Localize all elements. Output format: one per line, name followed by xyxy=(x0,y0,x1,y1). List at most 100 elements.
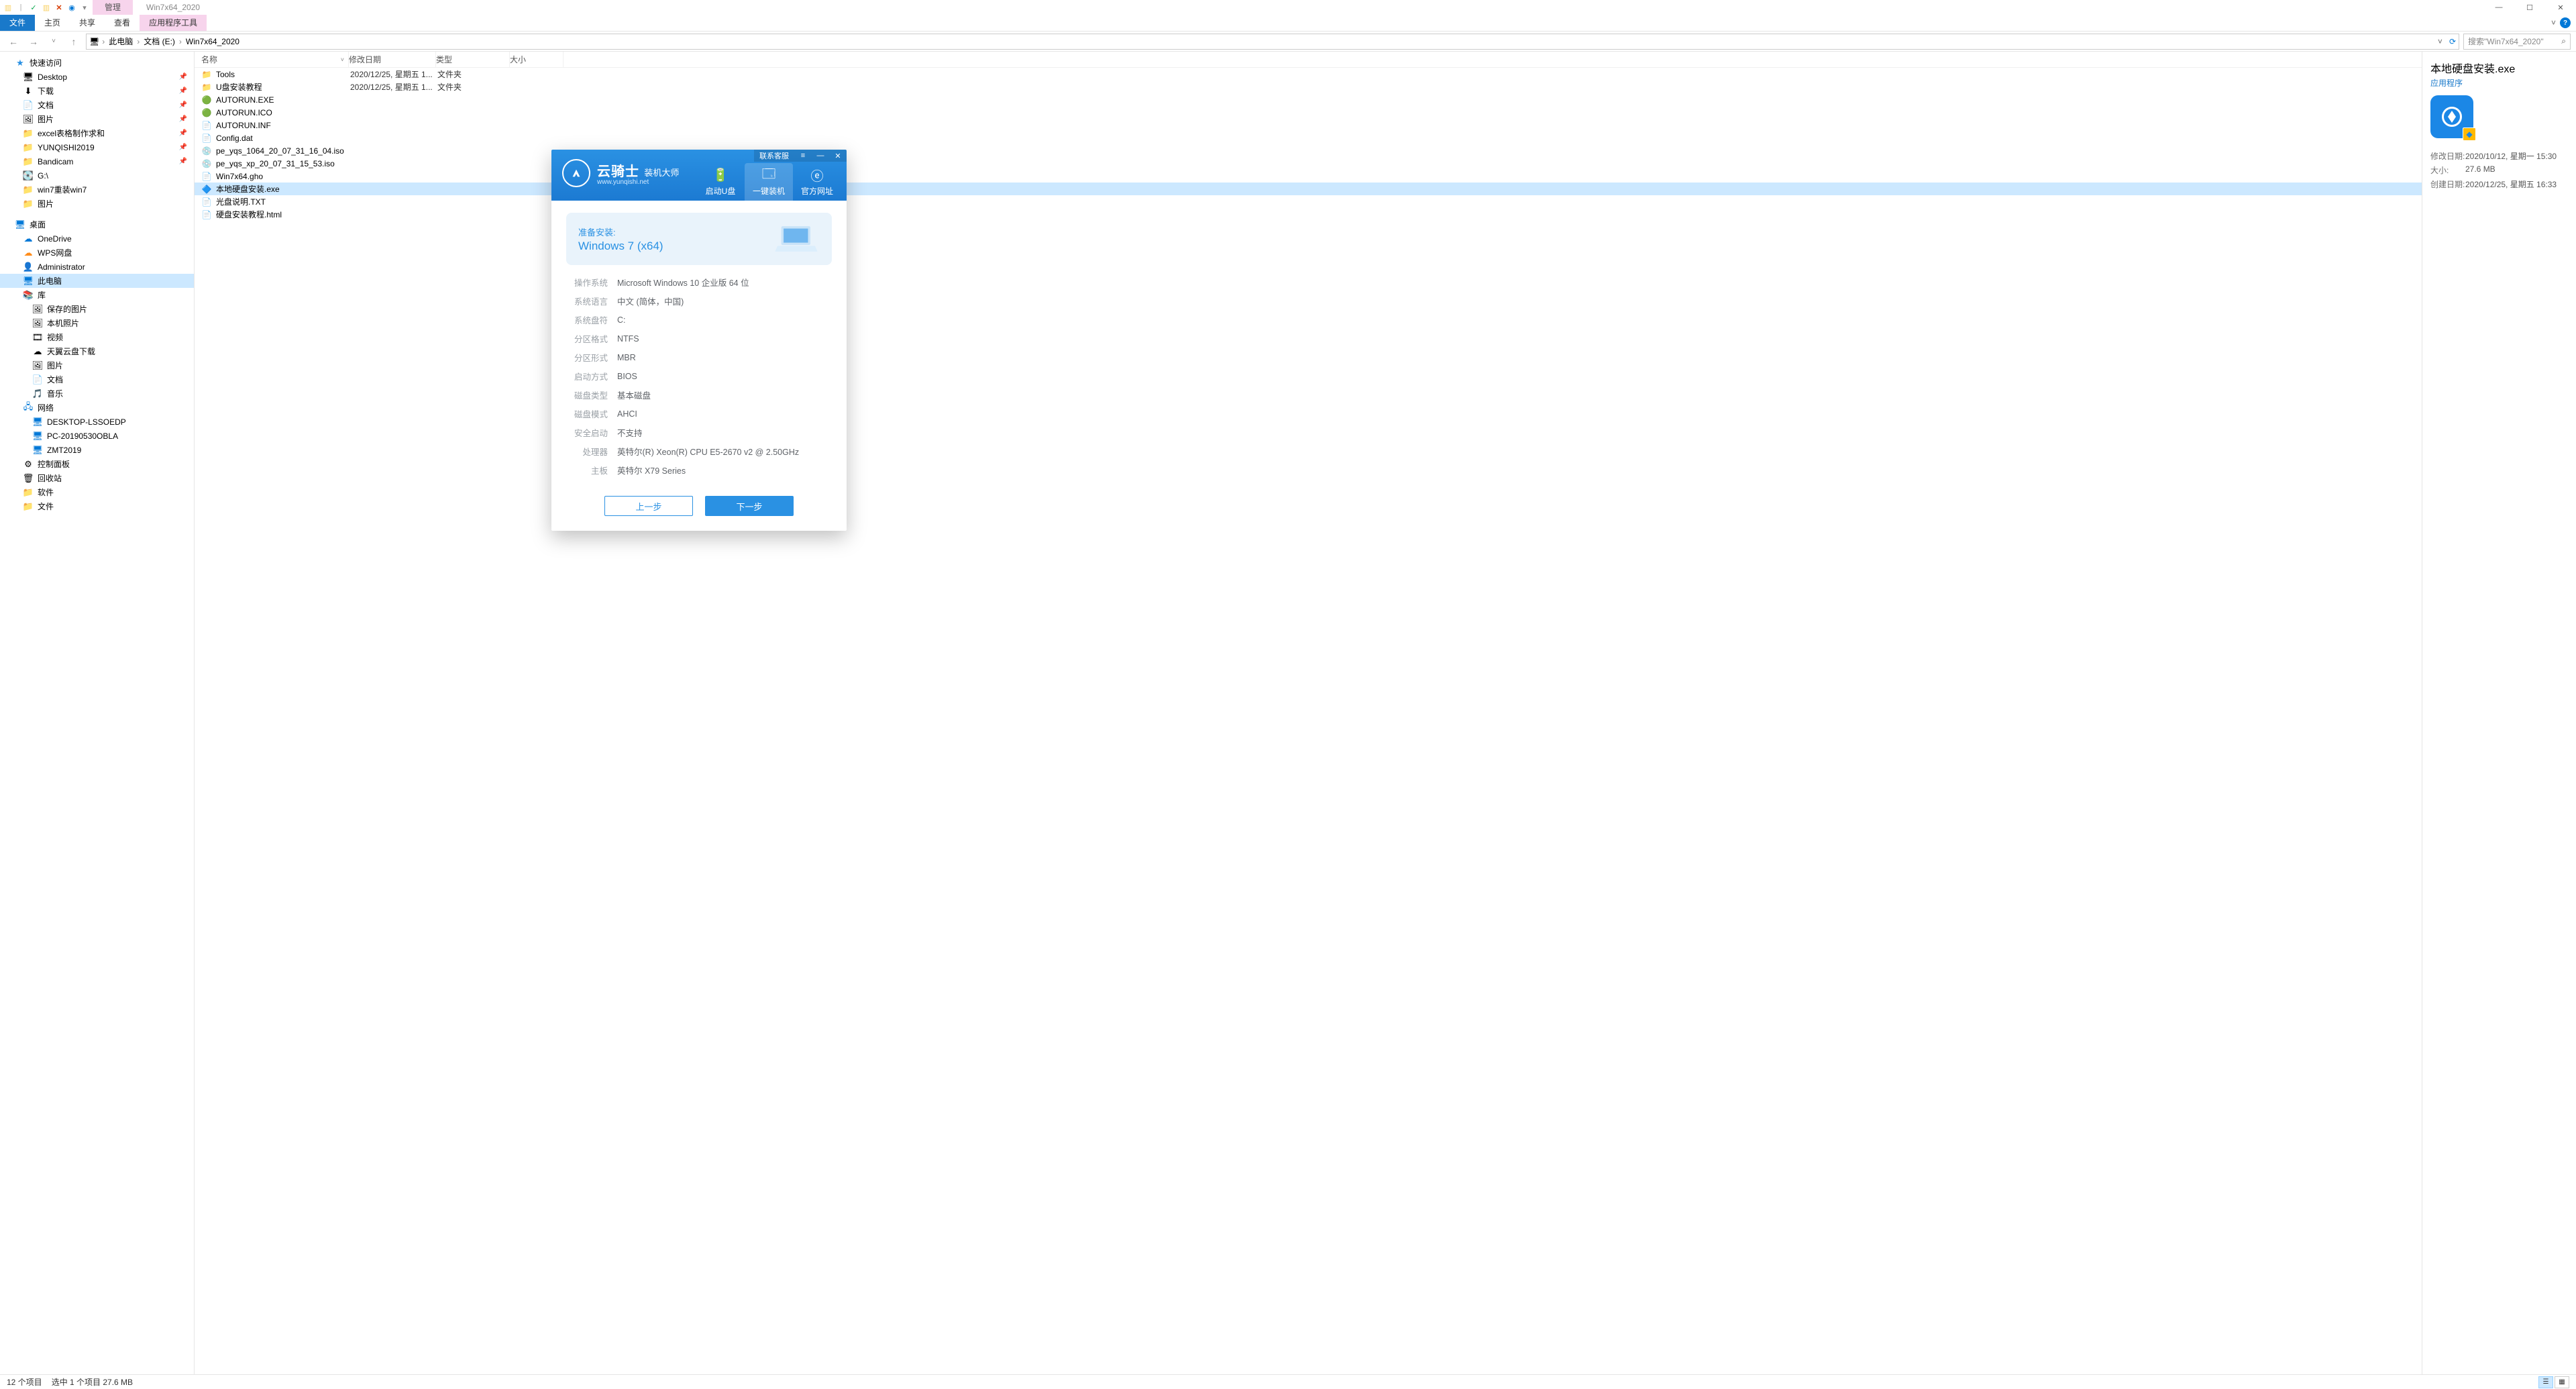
ribbon-tab-apptools[interactable]: 应用程序工具 xyxy=(140,15,207,31)
file-row[interactable]: 📄光盘说明.TXT xyxy=(195,195,2422,208)
contact-support-link[interactable]: 联系客服 xyxy=(754,150,794,161)
open-icon[interactable]: ▥ xyxy=(41,2,52,13)
dialog-tab[interactable]: 🗔一键装机 xyxy=(745,163,793,201)
search-input[interactable]: 搜索"Win7x64_2020" ⌕ xyxy=(2463,34,2571,50)
file-row[interactable]: 💿pe_yqs_xp_20_07_31_15_53.iso xyxy=(195,157,2422,170)
dialog-tab-label: 启动U盘 xyxy=(706,185,736,197)
nav-item[interactable]: 🎞视频 xyxy=(0,330,194,344)
nav-item[interactable]: 👤Administrator xyxy=(0,260,194,274)
nav-item[interactable]: 🖥DESKTOP-LSSOEDP xyxy=(0,415,194,429)
nav-item-label: Bandicam xyxy=(38,157,73,166)
disc-icon[interactable]: ◉ xyxy=(66,2,77,13)
close-button[interactable]: ✕ xyxy=(2545,0,2576,15)
file-row[interactable]: 🟢AUTORUN.EXE xyxy=(195,93,2422,106)
close-red-icon[interactable]: ✕ xyxy=(54,2,64,13)
file-row[interactable]: 📄Win7x64.gho xyxy=(195,170,2422,183)
column-header-type[interactable]: 类型 xyxy=(436,52,510,67)
file-row[interactable]: 📄Config.dat xyxy=(195,132,2422,144)
column-header-size[interactable]: 大小 xyxy=(510,52,564,67)
help-icon[interactable]: ? xyxy=(2560,17,2571,28)
nav-item[interactable]: ☁天翼云盘下载 xyxy=(0,344,194,358)
prev-step-button[interactable]: 上一步 xyxy=(604,496,693,516)
column-header-date[interactable]: 修改日期 xyxy=(349,52,436,67)
nav-item[interactable]: 🖥PC-20190530OBLA xyxy=(0,429,194,443)
nav-item[interactable]: 🖼图片 xyxy=(0,358,194,372)
file-header: 名称˅ 修改日期 类型 大小 xyxy=(195,52,2422,68)
breadcrumb[interactable]: 文档 (E:) xyxy=(142,36,176,47)
nav-item[interactable]: 🖼本机照片 xyxy=(0,316,194,330)
nav-up-button[interactable]: ↑ xyxy=(66,34,82,50)
nav-item[interactable]: ☁WPS网盘 xyxy=(0,246,194,260)
check-icon[interactable]: ✓ xyxy=(28,2,39,13)
dialog-tab[interactable]: ⓔ官方网址 xyxy=(793,163,841,201)
nav-item[interactable]: 🖥此电脑 xyxy=(0,274,194,288)
nav-item-icon: 🗑 xyxy=(23,473,34,484)
nav-quickaccess[interactable]: ★ 快速访问 xyxy=(0,56,194,70)
file-row[interactable]: 💿pe_yqs_1064_20_07_31_16_04.iso xyxy=(195,144,2422,157)
dialog-tab[interactable]: 🔋启动U盘 xyxy=(696,163,745,201)
maximize-button[interactable]: ☐ xyxy=(2514,0,2545,15)
file-row[interactable]: 📄硬盘安装教程.html xyxy=(195,208,2422,221)
nav-item[interactable]: 🖼图片📌 xyxy=(0,112,194,126)
address-dropdown-icon[interactable]: ˅ xyxy=(2438,37,2443,46)
nav-item[interactable]: 📁win7重装win7 xyxy=(0,183,194,197)
minimize-button[interactable]: — xyxy=(2483,0,2514,15)
breadcrumb[interactable]: Win7x64_2020 xyxy=(184,37,241,46)
nav-forward-button[interactable]: → xyxy=(25,34,42,50)
dialog-menu-button[interactable]: ≡ xyxy=(794,150,812,162)
view-icons-button[interactable]: ▦ xyxy=(2555,1376,2569,1388)
nav-item[interactable]: 🖼保存的图片 xyxy=(0,302,194,316)
nav-item[interactable]: 🖥ZMT2019 xyxy=(0,443,194,457)
nav-item[interactable]: ⚙控制面板 xyxy=(0,457,194,471)
ribbon-tab-share[interactable]: 共享 xyxy=(70,15,105,31)
file-row[interactable]: 📁Tools2020/12/25, 星期五 1...文件夹 xyxy=(195,68,2422,81)
nav-item[interactable]: 📁图片 xyxy=(0,197,194,211)
dialog-close-button[interactable]: ✕ xyxy=(829,150,847,162)
nav-item-label: DESKTOP-LSSOEDP xyxy=(47,417,126,427)
nav-item[interactable]: 📁Bandicam📌 xyxy=(0,154,194,168)
ribbon-expand-icon[interactable]: ˅ xyxy=(2551,18,2556,28)
address-bar[interactable]: 🖥 › 此电脑 › 文档 (E:) › Win7x64_2020 ˅ ⟳ xyxy=(86,34,2459,50)
nav-network[interactable]: 🖧 网络 xyxy=(0,401,194,415)
brand-subtitle: 装机大师 xyxy=(644,168,679,178)
ribbon-tab-view[interactable]: 查看 xyxy=(105,15,140,31)
nav-item[interactable]: 📄文档📌 xyxy=(0,98,194,112)
view-details-button[interactable]: ☰ xyxy=(2538,1376,2553,1388)
file-type: 文件夹 xyxy=(437,68,511,80)
nav-item[interactable]: ⬇下载📌 xyxy=(0,84,194,98)
nav-item[interactable]: 🖥Desktop📌 xyxy=(0,70,194,84)
file-row[interactable]: 🔷本地硬盘安装.exe xyxy=(195,183,2422,195)
nav-item[interactable]: 📁文件 xyxy=(0,499,194,513)
file-row[interactable]: 📄AUTORUN.INF xyxy=(195,119,2422,132)
pin-icon: 📌 xyxy=(179,130,187,137)
nav-back-button[interactable]: ← xyxy=(5,34,21,50)
ribbon-tab-file[interactable]: 文件 xyxy=(0,15,35,31)
refresh-icon[interactable]: ⟳ xyxy=(2449,37,2456,46)
column-header-name[interactable]: 名称˅ xyxy=(195,52,349,67)
nav-item[interactable]: 📁软件 xyxy=(0,485,194,499)
nav-item[interactable]: 📄文档 xyxy=(0,372,194,387)
nav-item[interactable]: 📚库 xyxy=(0,288,194,302)
file-row[interactable]: 📁U盘安装教程2020/12/25, 星期五 1...文件夹 xyxy=(195,81,2422,93)
search-placeholder: 搜索"Win7x64_2020" xyxy=(2468,36,2544,47)
file-row[interactable]: 🟢AUTORUN.ICO xyxy=(195,106,2422,119)
ribbon-tab-home[interactable]: 主页 xyxy=(35,15,70,31)
file-name: AUTORUN.EXE xyxy=(216,95,350,105)
titlebar: ▥ | ✓ ▥ ✕ ◉ ▾ 管理 Win7x64_2020 — ☐ ✕ xyxy=(0,0,2576,15)
nav-item[interactable]: 🎵音乐 xyxy=(0,387,194,401)
qat-dropdown-icon[interactable]: ▾ xyxy=(79,2,90,13)
nav-item[interactable]: 💽G:\ xyxy=(0,168,194,183)
breadcrumb[interactable]: 此电脑 xyxy=(107,36,134,47)
nav-item-label: 下载 xyxy=(38,85,54,97)
navigation-pane: ★ 快速访问 🖥Desktop📌⬇下载📌📄文档📌🖼图片📌📁excel表格制作求和… xyxy=(0,52,195,1374)
nav-item[interactable]: ☁OneDrive xyxy=(0,232,194,246)
nav-desktop[interactable]: 🖥 桌面 xyxy=(0,217,194,232)
nav-item-icon: 🖼 xyxy=(32,360,43,371)
detail-property: 修改日期:2020/10/12, 星期一 15:30 xyxy=(2430,150,2568,162)
nav-item[interactable]: 📁YUNQISHI2019📌 xyxy=(0,140,194,154)
dialog-minimize-button[interactable]: — xyxy=(812,150,829,162)
nav-item[interactable]: 📁excel表格制作求和📌 xyxy=(0,126,194,140)
next-step-button[interactable]: 下一步 xyxy=(705,496,794,516)
nav-history-dropdown[interactable]: ˅ xyxy=(46,34,62,50)
nav-item[interactable]: 🗑回收站 xyxy=(0,471,194,485)
